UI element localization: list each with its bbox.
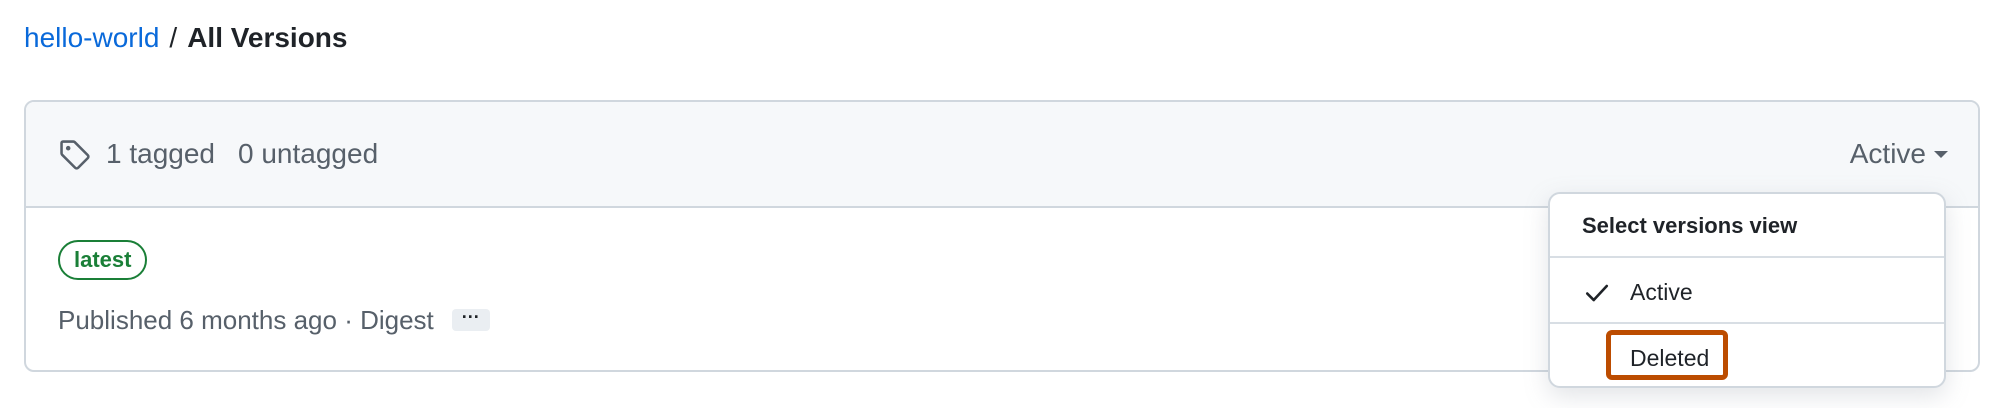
- menu-title: Select versions view: [1550, 194, 1944, 258]
- check-icon: [1585, 284, 1609, 302]
- view-select-label: Active: [1849, 138, 1926, 169]
- menu-item-deleted[interactable]: Deleted: [1550, 326, 1944, 390]
- menu-item-label: Deleted: [1630, 345, 1710, 371]
- breadcrumb: hello-world / All Versions: [24, 18, 347, 58]
- repo-link[interactable]: hello-world: [24, 18, 159, 58]
- untagged-count[interactable]: 0 untagged: [238, 136, 378, 172]
- versions-view-select[interactable]: Active: [1850, 136, 1948, 172]
- version-meta: Published 6 months ago · Digest ···: [58, 302, 490, 338]
- menu-item-label: Active: [1630, 279, 1693, 305]
- published-text: Published 6 months ago · Digest: [58, 305, 434, 335]
- tagged-count[interactable]: 1 tagged: [106, 136, 215, 172]
- tag-icon: [60, 140, 90, 170]
- page-title: All Versions: [187, 22, 348, 53]
- menu-item-active[interactable]: Active: [1550, 260, 1944, 324]
- versions-view-menu: Select versions view Active Deleted: [1548, 192, 1946, 388]
- breadcrumb-separator: /: [169, 22, 178, 53]
- digest-expand-button[interactable]: ···: [451, 307, 490, 331]
- caret-down-icon: [1934, 150, 1948, 158]
- latest-tag-badge[interactable]: latest: [58, 240, 148, 280]
